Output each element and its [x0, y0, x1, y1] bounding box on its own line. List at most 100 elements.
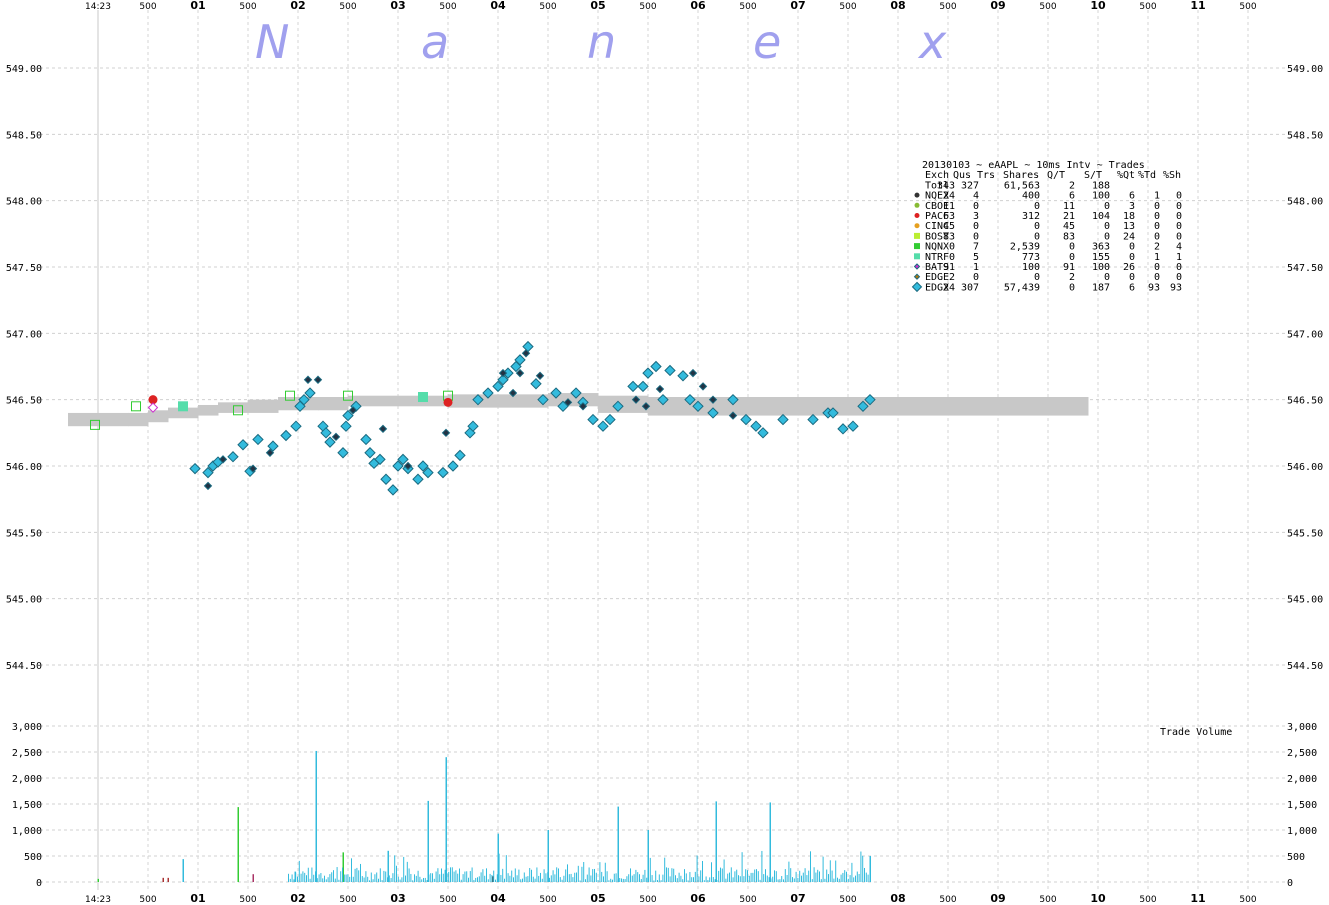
volume-bar: [817, 869, 819, 882]
volume-bar: [498, 853, 500, 882]
volume-bar: [669, 876, 671, 882]
volume-bar: [592, 869, 594, 882]
trade-point-nqex: [688, 368, 698, 378]
volume-bar: [445, 757, 447, 882]
time-minor-top: 500: [739, 2, 756, 12]
volume-bar: [716, 880, 718, 882]
volume-bar: [480, 872, 482, 882]
volume-bar: [435, 871, 437, 882]
volume-bar: [538, 875, 540, 882]
price-tick-right: 548.00: [1287, 197, 1323, 208]
volume-bar: [826, 869, 828, 882]
volume-bar: [622, 878, 624, 882]
volume-bar: [361, 876, 363, 882]
legend-marker-icon: [914, 253, 920, 260]
volume-bar: [783, 879, 784, 882]
volume-bar: [662, 874, 664, 882]
volume-bar: [579, 880, 581, 882]
legend: 20130103 ~ eAAPL ~ 10ms Intv ~ TradesExc…: [911, 160, 1182, 293]
volume-bar: [347, 874, 349, 882]
volume-bar: [612, 879, 613, 882]
price-tick-right: 544.50: [1287, 661, 1323, 672]
volume-bar: [417, 870, 419, 882]
volume-bar: [363, 877, 365, 882]
volume-bar: [685, 873, 687, 882]
volume-bar: [711, 862, 712, 882]
volume-bar: [336, 867, 338, 882]
time-minor-top: 500: [239, 2, 256, 12]
volume-bar: [525, 876, 527, 882]
chart-canvas: Na n e x 549.00 549.00 548.50 548.50 548.00 548.…: [6, 0, 1323, 905]
volume-bar: [633, 874, 635, 882]
volume-bar: [851, 862, 853, 882]
volume-bar: [561, 879, 563, 882]
volume-bar: [617, 806, 619, 882]
volume-bar: [513, 877, 514, 882]
volume-bar: [182, 859, 184, 882]
trade-point-edgx: [454, 449, 466, 462]
trade-point-nqex: [378, 424, 388, 434]
volume-bar: [792, 877, 793, 882]
volume-bar: [354, 868, 356, 882]
volume-bar: [500, 874, 502, 882]
time-major-top: 10: [1090, 0, 1106, 12]
price-tick-right: 548.50: [1287, 130, 1323, 141]
volume-bar: [394, 855, 396, 882]
volume-bar: [534, 878, 536, 882]
volume-tick-left: 500: [24, 852, 42, 863]
time-major-top: 08: [890, 0, 905, 12]
volume-bar: [291, 874, 293, 882]
volume-bar: [642, 874, 644, 882]
time-major-top: 07: [790, 0, 805, 12]
volume-bar: [295, 872, 297, 882]
volume-bar: [727, 873, 729, 882]
volume-bar: [309, 878, 311, 882]
volume-bar: [567, 864, 568, 882]
volume-tick-left: 1,500: [12, 800, 42, 811]
nbbo-band-segment: [148, 410, 169, 423]
volume-bar: [453, 871, 455, 882]
volume-bar: [345, 874, 347, 882]
price-tick-right: 545.50: [1287, 528, 1323, 539]
volume-bar: [399, 879, 401, 882]
volume-tick-right: 3,000: [1287, 722, 1317, 733]
volume-bar: [828, 874, 829, 882]
nbbo-band-segment: [748, 397, 799, 416]
volume-bar: [505, 855, 507, 882]
volume-bar: [860, 851, 862, 882]
volume-tick-left: 2,000: [12, 774, 42, 785]
trade-point-edgx: [650, 360, 662, 373]
volume-bar: [617, 879, 619, 882]
volume-bar: [477, 877, 478, 882]
volume-bar: [469, 871, 471, 882]
volume-bar: [779, 879, 781, 882]
volume-bar: [862, 855, 864, 882]
volume-bar: [847, 878, 849, 882]
volume-bar: [352, 876, 354, 882]
volume-bar: [577, 865, 579, 882]
volume-bar: [565, 869, 567, 882]
time-major-bottom: 06: [690, 892, 706, 905]
volume-bar: [372, 879, 374, 882]
volume-bar: [786, 874, 788, 882]
volume-bar: [784, 869, 786, 882]
volume-bar: [646, 877, 648, 882]
volume-bar: [442, 873, 444, 882]
volume-bar: [496, 874, 498, 882]
volume-bar: [427, 800, 429, 882]
volume-bar: [829, 860, 831, 882]
price-tick-right: 549.00: [1287, 64, 1323, 75]
volume-bar: [419, 876, 421, 882]
volume-bar: [732, 877, 734, 882]
price-tick-left: 546.00: [6, 462, 42, 473]
time-minor-bottom: 500: [939, 895, 956, 905]
volume-bar: [412, 880, 414, 882]
volume-bar: [414, 874, 415, 882]
legend-header: Q/T: [1047, 170, 1065, 181]
volume-bar: [590, 875, 592, 882]
volume-bar: [441, 868, 442, 882]
price-tick-left: 548.00: [6, 197, 42, 208]
volume-bar: [298, 860, 300, 882]
time-major-top: 02: [290, 0, 305, 12]
volume-bar: [824, 878, 826, 882]
